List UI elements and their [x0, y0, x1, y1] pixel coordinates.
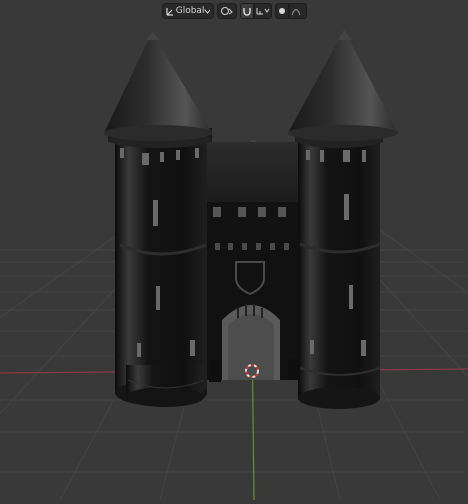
pivot-point-icon: [220, 7, 233, 15]
castle-gatehouse[interactable]: [104, 30, 398, 409]
proportional-editing-icon: [278, 8, 285, 14]
viewport-scene[interactable]: [0, 0, 468, 501]
pivot-point-dropdown[interactable]: [216, 3, 237, 19]
magnet-snap-icon: [242, 8, 251, 16]
proportional-editing-toggle[interactable]: [274, 3, 289, 19]
snap-increment-icon: [256, 8, 269, 15]
snap-target-dropdown[interactable]: [253, 3, 272, 19]
proportional-editing-group: [274, 3, 307, 19]
snap-toggle[interactable]: [239, 3, 254, 19]
falloff-curve-icon: [291, 9, 300, 16]
left-tower: [104, 32, 212, 407]
chevron-down-icon: [204, 8, 210, 14]
gatehouse-roof: [198, 142, 305, 202]
transform-orientation-dropdown[interactable]: Global: [161, 3, 214, 19]
right-tower-cone: [288, 30, 398, 133]
transform-orientation-icon: [165, 8, 173, 16]
orientation-label: Global: [175, 6, 205, 16]
right-tower: [288, 30, 398, 409]
gatehouse-upper-wall: [197, 202, 303, 232]
snap-group: [239, 3, 272, 19]
viewport-header: Global: [0, 2, 468, 20]
gate-post-left: [209, 360, 221, 382]
gate-post-right: [288, 358, 300, 380]
falloff-dropdown[interactable]: [288, 3, 307, 19]
3d-viewport[interactable]: [0, 0, 468, 501]
left-tower-cone: [104, 32, 212, 133]
